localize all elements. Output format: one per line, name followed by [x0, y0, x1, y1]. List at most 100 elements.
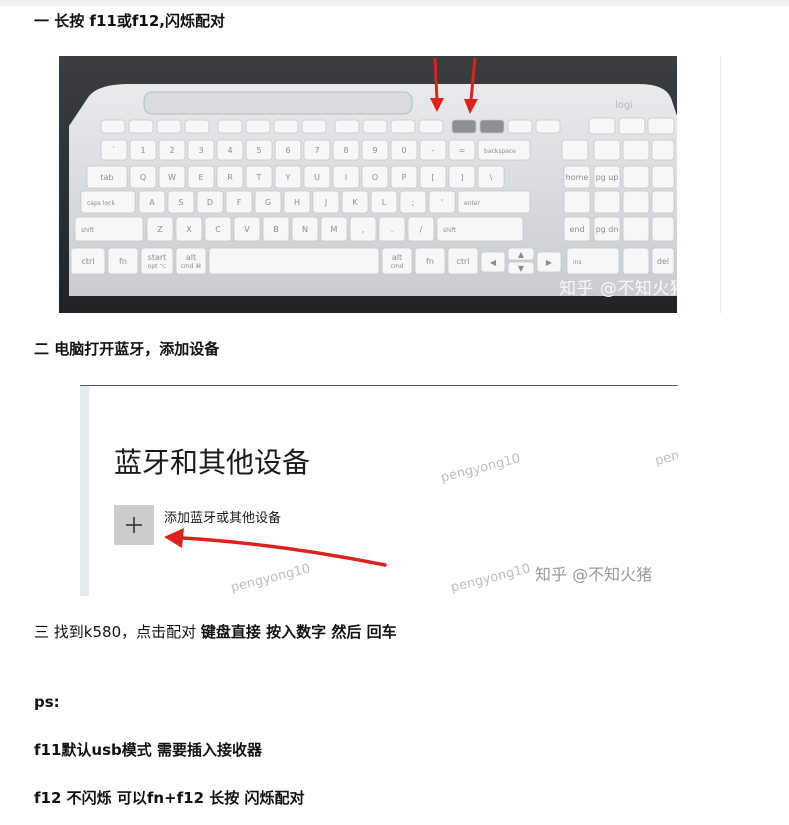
step-one: 一 长按 f11或f12,闪烁配对 — [34, 11, 225, 31]
function-key-10 — [390, 119, 416, 134]
key-home-label: home — [566, 173, 589, 182]
key-a-7-label: K — [352, 198, 358, 207]
step-three-text: 找到k580，点击配对 — [53, 623, 197, 641]
key-ins-label: ins — [573, 259, 582, 266]
key-numpad-11 — [651, 216, 675, 242]
key-num-11-label: - — [432, 146, 435, 155]
key-z-5-label: N — [302, 225, 308, 234]
keyboard-photo: logi ` 1 2 3 4 5 6 7 8 9 0 - = backspace tab Q W E R T Y U I O P… — [59, 56, 677, 313]
key-num-6-label: 6 — [285, 146, 290, 155]
key-fn-pgup — [647, 117, 675, 135]
key-num-10-label: 0 — [401, 146, 406, 155]
key-numpad-10 — [622, 216, 650, 242]
key-a-8-label: L — [382, 198, 387, 207]
function-key-4 — [217, 119, 243, 134]
key-numpad-6 — [563, 190, 591, 214]
key-q-2-label: E — [198, 173, 203, 182]
key-q-9-label: P — [402, 173, 407, 182]
key-num-12-label: = — [459, 146, 466, 155]
key-tab-label: tab — [100, 173, 113, 182]
key-a-5-label: H — [294, 198, 300, 207]
key-start-label: start — [148, 253, 167, 262]
step-three: 三 找到k580，点击配对 键盘直接 按入数字 然后 回车 — [34, 622, 397, 642]
key-numpad-9 — [651, 190, 675, 214]
key-q-0-label: Q — [140, 173, 146, 182]
key-num-7-label: 7 — [314, 146, 319, 155]
key-q-6-label: U — [314, 173, 320, 182]
brand-logo: logi — [615, 100, 633, 111]
step-one-prefix: 一 — [34, 12, 50, 30]
function-key-7 — [301, 119, 327, 134]
key-alt-sublabel: cmd ⌘ — [181, 263, 202, 270]
key-a-10-label: ' — [441, 198, 443, 207]
key-alt-right-label: alt — [392, 253, 402, 262]
step-three-prefix: 三 — [34, 623, 50, 641]
key-start-sublabel: opt ⌥ — [148, 263, 167, 270]
ps-title: ps: — [34, 693, 60, 711]
key-z-8-label: . — [391, 225, 394, 234]
arrow-line-f11 — [433, 57, 439, 101]
key-num-2-label: 2 — [169, 146, 174, 155]
key-num-1-label: 1 — [140, 146, 145, 155]
function-key-3 — [184, 119, 210, 134]
key-fn-ins — [588, 117, 616, 135]
step-two-text: 电脑打开蓝牙，添加设备 — [54, 340, 220, 358]
key-alt-right-sublabel: cmd — [391, 263, 404, 270]
function-key-14 — [507, 119, 533, 134]
photo-border-line — [720, 56, 721, 313]
key-num-5-label: 5 — [256, 146, 261, 155]
key-a-1-label: S — [178, 198, 183, 207]
key-q-12-label: \ — [490, 173, 493, 182]
key-z-4-label: B — [273, 225, 279, 234]
function-key-6 — [273, 119, 299, 134]
key-q-10-label: [ — [431, 173, 434, 182]
key-a-3-label: F — [237, 198, 242, 207]
key-num-9-label: 9 — [372, 146, 377, 155]
key-num-3-label: 3 — [198, 146, 203, 155]
keyboard-watermark: 知乎 @不知火猪 — [559, 279, 677, 299]
ps-line-pairing: f12 不闪烁 可以fn+f12 长按 闪烁配对 — [34, 789, 305, 807]
top-bar — [0, 0, 789, 6]
key-fn-left-label: fn — [119, 257, 127, 266]
key-shift-right-label: shift — [443, 227, 457, 234]
key-q-5-label: Y — [285, 173, 291, 182]
key-q-11-label: ] — [460, 173, 463, 182]
key-caps-label: caps lock — [87, 200, 115, 207]
key-home-row1 — [561, 139, 589, 161]
function-key-5 — [245, 119, 271, 134]
key-q-7-label: I — [345, 173, 347, 182]
key-z-3-label: V — [244, 225, 250, 234]
key-numpad-12 — [622, 247, 650, 275]
key-num-4-label: 4 — [227, 146, 232, 155]
key-z-6-label: M — [331, 225, 338, 234]
key-left-label: ◀ — [490, 258, 497, 267]
ps-line-usb-mode: f11默认usb模式 需要插入接收器 — [34, 741, 262, 759]
key-down-label: ▼ — [518, 264, 525, 273]
step-three-bold-text: 键盘直接 按入数字 然后 回车 — [200, 623, 397, 641]
step-two-prefix: 二 — [34, 340, 50, 358]
key-numpad-5 — [651, 165, 675, 189]
key-end-label: end — [569, 225, 584, 234]
key-a-6-label: J — [324, 198, 327, 207]
key-a-2-label: D — [207, 198, 213, 207]
step-two: 二 电脑打开蓝牙，添加设备 — [34, 339, 219, 359]
key-backspace-label: backspace — [484, 148, 516, 155]
key-del-label: del — [657, 257, 669, 266]
key-numpad-7 — [593, 190, 621, 214]
key-num-8-label: 8 — [343, 146, 348, 155]
key-numpad-4 — [622, 165, 650, 189]
key-a-4-label: G — [265, 198, 271, 207]
key-alt-label: alt — [186, 253, 196, 262]
function-key-1 — [128, 119, 154, 134]
key-enter-label: enter — [464, 200, 481, 207]
key-up-label: ▲ — [518, 250, 525, 259]
key-right-label: ▶ — [546, 258, 553, 267]
function-key-0 — [100, 119, 126, 134]
function-key-9 — [362, 119, 388, 134]
function-key-2 — [156, 119, 182, 134]
key-pgdn-label: pg dn — [596, 225, 619, 234]
function-key-12 — [451, 119, 477, 134]
bluetooth-settings-screenshot: 蓝牙和其他设备 添加蓝牙或其他设备 pengyong10 pen pengyon… — [80, 385, 678, 596]
key-fn-home — [618, 117, 646, 135]
key-numpad-1 — [593, 139, 621, 161]
